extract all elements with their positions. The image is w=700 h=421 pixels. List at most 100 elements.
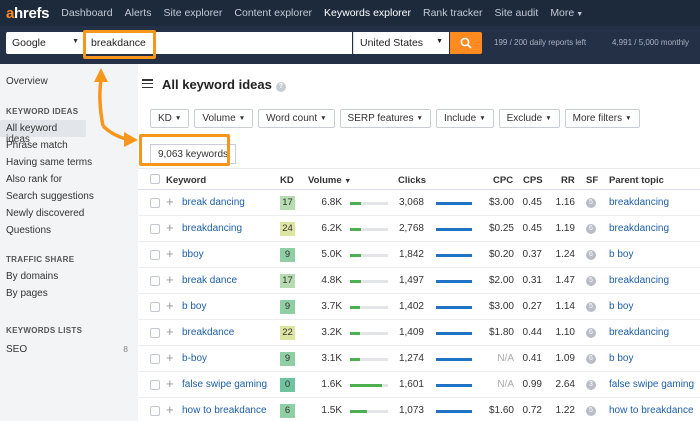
nav-item-site-audit[interactable]: Site audit: [495, 7, 539, 19]
filter-more-filters[interactable]: More filters ▼: [564, 109, 640, 128]
sidebar-item-phrase-match[interactable]: Phrase match: [0, 137, 138, 154]
col-keyword[interactable]: Keyword: [166, 175, 206, 186]
filter-include[interactable]: Include ▼: [435, 109, 494, 128]
serp-features-badge[interactable]: 6: [586, 250, 596, 260]
col-sf[interactable]: SF: [586, 175, 598, 186]
add-to-list-icon[interactable]: +: [166, 246, 174, 261]
row-checkbox[interactable]: [150, 406, 160, 416]
filter-kd[interactable]: KD ▼: [150, 109, 190, 128]
keyword-link[interactable]: breakdancing: [182, 223, 242, 234]
row-checkbox[interactable]: [150, 224, 160, 234]
sidebar-item-search-suggestions[interactable]: Search suggestions: [0, 188, 138, 205]
nav-item-dashboard[interactable]: Dashboard: [61, 7, 112, 19]
sidebar-item-overview[interactable]: Overview: [6, 76, 48, 87]
keyword-link[interactable]: bboy: [182, 249, 204, 260]
search-button[interactable]: [450, 32, 482, 54]
add-to-list-icon[interactable]: +: [166, 194, 174, 209]
parent-topic-link[interactable]: breakdancing: [609, 327, 669, 338]
country-select[interactable]: United States ▼: [353, 32, 449, 54]
parent-topic-link[interactable]: b boy: [609, 301, 633, 312]
menu-icon[interactable]: [142, 79, 153, 89]
filter-word-count[interactable]: Word count ▼: [258, 109, 335, 128]
col-cps[interactable]: CPS: [523, 175, 543, 186]
parent-topic-link[interactable]: b boy: [609, 353, 633, 364]
serp-features-badge[interactable]: 6: [586, 354, 596, 364]
col-kd[interactable]: KD: [280, 175, 294, 186]
keyword-link[interactable]: break dancing: [182, 197, 245, 208]
add-to-list-icon[interactable]: +: [166, 220, 174, 235]
keyword-link[interactable]: breakdance: [182, 327, 234, 338]
search-engine-select[interactable]: Google ▼: [6, 32, 84, 54]
sidebar-item-having-same-terms[interactable]: Having same terms: [0, 154, 138, 171]
sidebar-item-also-rank-for[interactable]: Also rank for: [0, 171, 138, 188]
filter-serp-features[interactable]: SERP features ▼: [339, 109, 431, 128]
col-volume[interactable]: Volume ▼: [308, 175, 351, 186]
row-checkbox[interactable]: [150, 198, 160, 208]
add-to-list-icon[interactable]: +: [166, 402, 174, 417]
keyword-count-highlight: [139, 134, 230, 166]
sidebar-item-by-pages[interactable]: By pages: [0, 285, 138, 302]
table-row: + false swipe gaming 0 1.6K 1,601 N/A 0.99 2.64…: [138, 372, 700, 398]
filter-exclude[interactable]: Exclude ▼: [498, 109, 560, 128]
add-to-list-icon[interactable]: +: [166, 298, 174, 313]
nav-item-alerts[interactable]: Alerts: [125, 7, 152, 19]
col-clicks[interactable]: Clicks: [398, 175, 426, 186]
select-all-checkbox[interactable]: [150, 174, 160, 184]
keyword-link[interactable]: b-boy: [182, 353, 207, 364]
serp-features-badge[interactable]: 6: [586, 224, 596, 234]
serp-features-badge[interactable]: 5: [586, 276, 596, 286]
row-checkbox[interactable]: [150, 354, 160, 364]
row-checkbox[interactable]: [150, 250, 160, 260]
sidebar-item-by-domains[interactable]: By domains: [0, 268, 138, 285]
add-to-list-icon[interactable]: +: [166, 272, 174, 287]
clicks-bar: [436, 410, 472, 413]
keywords-table: Keyword KD Volume ▼ Clicks CPC CPS RR SF…: [138, 168, 700, 421]
col-rr[interactable]: RR: [561, 175, 575, 186]
nav-item-rank-tracker[interactable]: Rank tracker: [423, 7, 483, 19]
sidebar-item-questions[interactable]: Questions: [0, 222, 138, 239]
sidebar-item-all-keyword-ideas[interactable]: All keyword ideas: [0, 120, 86, 145]
serp-features-badge[interactable]: 5: [586, 302, 596, 312]
volume-bar-fill: [350, 202, 362, 205]
chevron-down-icon: ▼: [416, 115, 423, 122]
serp-features-badge[interactable]: 5: [586, 198, 596, 208]
row-checkbox[interactable]: [150, 380, 160, 390]
nav-item-keywords-explorer[interactable]: Keywords explorer: [324, 7, 411, 19]
serp-features-badge[interactable]: 3: [586, 380, 596, 390]
help-icon[interactable]: ?: [275, 82, 286, 92]
nav-item-content-explorer[interactable]: Content explorer: [234, 7, 312, 19]
serp-features-badge[interactable]: 6: [586, 328, 596, 338]
parent-topic-link[interactable]: breakdancing: [609, 275, 669, 286]
keyword-link[interactable]: false swipe gaming: [182, 379, 267, 390]
sidebar-item-newly-discovered[interactable]: Newly discovered: [0, 205, 138, 222]
rr-value: 1.47: [555, 275, 575, 286]
volume-bar: [350, 202, 388, 205]
ahrefs-logo[interactable]: ahrefs: [6, 5, 50, 22]
table-row: + b boy 9 3.7K 1,402 $3.00 0.27 1.14 5 b boy: [138, 294, 700, 320]
row-checkbox[interactable]: [150, 276, 160, 286]
parent-topic-link[interactable]: b boy: [609, 249, 633, 260]
parent-topic-link[interactable]: how to breakdance: [609, 405, 694, 416]
keyword-link[interactable]: how to breakdance: [182, 405, 267, 416]
row-checkbox[interactable]: [150, 302, 160, 312]
sidebar-item-list-seo[interactable]: SEO 8: [0, 341, 138, 358]
col-parent-topic[interactable]: Parent topic: [609, 175, 664, 186]
keyword-link[interactable]: b boy: [182, 301, 206, 312]
serp-features-badge[interactable]: 5: [586, 406, 596, 416]
parent-topic-link[interactable]: breakdancing: [609, 223, 669, 234]
cps-value: 0.44: [522, 327, 542, 338]
search-engine-value: Google: [12, 37, 46, 49]
nav-item-site-explorer[interactable]: Site explorer: [163, 7, 222, 19]
volume-bar: [350, 332, 388, 335]
add-to-list-icon[interactable]: +: [166, 324, 174, 339]
keyword-link[interactable]: break dance: [182, 275, 237, 286]
filter-volume[interactable]: Volume ▼: [194, 109, 254, 128]
add-to-list-icon[interactable]: +: [166, 376, 174, 391]
parent-topic-link[interactable]: breakdancing: [609, 197, 669, 208]
add-to-list-icon[interactable]: +: [166, 350, 174, 365]
parent-topic-link[interactable]: false swipe gaming: [609, 379, 694, 390]
rr-value: 1.10: [555, 327, 575, 338]
nav-item-more[interactable]: More ▼: [550, 7, 583, 19]
row-checkbox[interactable]: [150, 328, 160, 338]
col-cpc[interactable]: CPC: [493, 175, 513, 186]
